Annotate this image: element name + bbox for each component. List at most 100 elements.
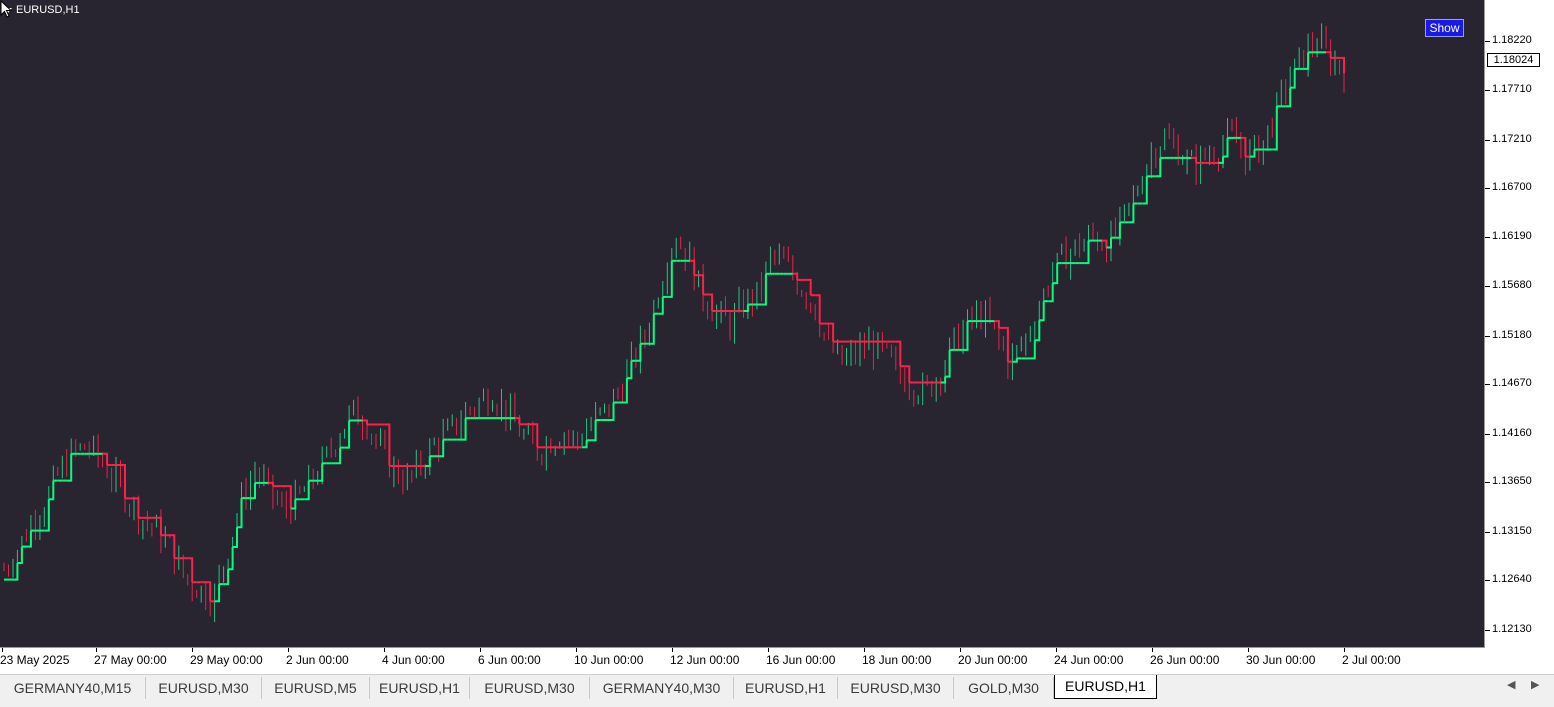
time-tick	[1248, 648, 1249, 652]
tab-chart[interactable]: EURUSD,H1	[370, 677, 470, 699]
tab-chart[interactable]: EURUSD,M5	[262, 677, 370, 699]
chart-window: EURUSD,H1 Show 1.18024 1.18220 1.17710 1.1…	[0, 0, 1554, 674]
tab-chart[interactable]: GOLD,M30	[954, 677, 1054, 699]
trend-line-segment	[1048, 283, 1054, 303]
time-label: 23 May 2025	[0, 653, 70, 667]
trend-line-segment	[1003, 326, 1009, 362]
price-tick	[1485, 140, 1490, 141]
trend-line-segment	[698, 274, 705, 295]
trend-line-segment	[994, 320, 1000, 328]
trend-line-segment	[609, 402, 615, 421]
price-tick	[1485, 532, 1490, 533]
price-tick	[1485, 41, 1490, 42]
chevron-left-icon[interactable]: ◀	[1507, 678, 1515, 691]
tab-chart[interactable]: EURUSD,H1	[734, 677, 838, 699]
trend-line-segment	[13, 563, 19, 581]
trend-line-segment	[335, 447, 342, 465]
trend-line-segment	[438, 439, 445, 458]
trend-line-segment	[743, 304, 749, 312]
trend-line-segment	[1303, 52, 1310, 70]
time-label: 18 Jun 00:00	[862, 653, 932, 667]
trend-line-segment	[268, 481, 274, 487]
trend-line-segment	[792, 272, 799, 280]
tab-chart[interactable]: EURUSD,H1	[1054, 675, 1157, 699]
trend-line-segment	[1030, 340, 1036, 360]
trend-line-segment	[120, 464, 126, 499]
time-tick	[960, 648, 961, 652]
trend-line-segment	[214, 584, 221, 603]
trend-line-segment	[223, 569, 230, 586]
trend-line-segment	[134, 497, 140, 518]
time-tick	[864, 648, 865, 652]
trend-line-segment	[1155, 157, 1162, 178]
price-chart	[3, 23, 1345, 623]
trend-line-segment	[1115, 222, 1121, 239]
price-tick	[1485, 188, 1490, 189]
trend-line-segment	[1084, 240, 1090, 265]
price-label: 1.13150	[1492, 525, 1532, 537]
time-tick	[192, 648, 193, 652]
time-label: 24 Jun 00:00	[1054, 653, 1124, 667]
trend-line-segment	[317, 463, 324, 482]
trend-line-segment	[44, 499, 50, 532]
chart-plot-area[interactable]: EURUSD,H1 Show	[0, 0, 1485, 648]
trend-line-segment	[622, 378, 628, 404]
time-label: 2 Jun 00:00	[286, 653, 349, 667]
time-tick	[96, 648, 97, 652]
time-tick	[480, 648, 481, 652]
trend-line-segment	[667, 260, 673, 298]
price-label: 1.14670	[1492, 377, 1532, 389]
time-tick	[672, 648, 673, 652]
trend-line-segment	[232, 527, 238, 548]
trend-line-segment	[635, 343, 642, 362]
time-tick	[1344, 648, 1345, 652]
trend-line-segment	[344, 420, 351, 449]
time-tick	[1152, 648, 1153, 652]
trend-line-segment	[304, 480, 310, 501]
tab-chart[interactable]: EURUSD,M30	[838, 677, 954, 699]
trend-line-segment	[1142, 176, 1148, 205]
time-label: 30 Jun 00:00	[1246, 653, 1316, 667]
show-button[interactable]: Show	[1425, 19, 1464, 37]
time-label: 6 Jun 00:00	[478, 653, 541, 667]
time-label: 10 Jun 00:00	[574, 653, 644, 667]
trend-line-segment	[591, 420, 597, 442]
trend-line-segment	[1102, 239, 1108, 248]
trend-line-segment	[963, 321, 969, 351]
trend-line-segment	[26, 530, 32, 548]
trend-line-segment	[362, 419, 368, 425]
tab-chart[interactable]: EURUSD,M30	[146, 677, 262, 699]
mouse-cursor-icon	[0, 0, 13, 18]
time-label: 16 Jun 00:00	[766, 653, 836, 667]
tab-chart[interactable]: GERMANY40,M30	[590, 677, 734, 699]
trend-line-segment	[1249, 149, 1256, 158]
price-label: 1.16190	[1492, 230, 1532, 242]
trend-line-segment	[1272, 106, 1278, 151]
trend-line-segment	[48, 480, 55, 501]
trend-line-segment	[384, 423, 391, 466]
trend-line-segment	[582, 440, 588, 449]
trend-line-segment	[228, 547, 234, 571]
time-label: 26 Jun 00:00	[1150, 653, 1220, 667]
price-label: 1.15680	[1492, 279, 1532, 291]
trend-line-segment	[187, 557, 194, 583]
price-tick	[1485, 237, 1490, 238]
trend-line-segment	[707, 293, 714, 311]
trend-line-segment	[1285, 87, 1292, 108]
symbol-text: EURUSD,H1	[16, 4, 80, 16]
time-tick	[2, 648, 3, 652]
trend-line-segment	[815, 294, 821, 324]
trend-line-segment	[658, 296, 664, 315]
price-label: 1.14160	[1492, 427, 1532, 439]
trend-line-segment	[1039, 301, 1045, 322]
trend-line-segment	[514, 417, 521, 425]
trend-line-segment	[1218, 156, 1224, 164]
trend-line-segment	[945, 349, 951, 378]
price-tick	[1485, 286, 1490, 287]
tab-chart[interactable]: EURUSD,M30	[470, 677, 590, 699]
price-tick	[1485, 580, 1490, 581]
chevron-right-icon[interactable]: ▶	[1531, 678, 1539, 691]
tab-chart[interactable]: GERMANY40,M15	[0, 677, 146, 699]
chart-symbol-label[interactable]: EURUSD,H1	[4, 4, 80, 16]
price-tick	[1485, 90, 1490, 91]
